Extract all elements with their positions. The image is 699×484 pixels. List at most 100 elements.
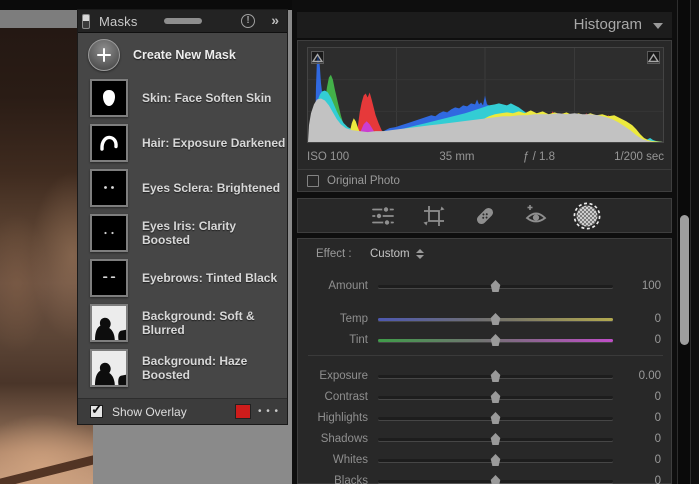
mask-item-label: Eyes Iris: Clarity Boosted — [142, 219, 287, 247]
mask-item-eyes-sclera[interactable]: Eyes Sclera: Brightened — [78, 165, 287, 210]
whites-slider[interactable] — [378, 453, 613, 467]
masking-tool-icon-active[interactable] — [572, 203, 602, 229]
slider-handle[interactable] — [490, 454, 502, 466]
slider-value: 0 — [613, 412, 671, 424]
highlight-clipping-indicator[interactable] — [647, 51, 660, 64]
edit-adjustments-tool-icon[interactable] — [368, 203, 398, 229]
amount-slider-row: Amount 100 — [298, 277, 671, 295]
mask-item-background-blur[interactable]: Background: Soft & Blurred — [78, 300, 287, 345]
slider-label: Temp — [298, 313, 368, 325]
mask-item-label: Hair: Exposure Darkened — [142, 136, 285, 150]
shutter-speed-value: 1/200 sec — [578, 151, 664, 163]
amount-slider[interactable] — [378, 279, 613, 293]
shadows-slider-row: Shadows 0 — [298, 430, 671, 448]
slider-value: 0 — [613, 454, 671, 466]
mask-item-background-haze[interactable]: Background: Haze Boosted — [78, 345, 287, 390]
slider-value: 0 — [613, 391, 671, 403]
masks-panel: Masks ! » Create New Mask Skin: Face Sof… — [78, 10, 287, 424]
histogram-panel-header[interactable]: Histogram — [297, 12, 672, 38]
panel-scrollbar[interactable] — [677, 0, 691, 484]
slider-label: Whites — [298, 454, 368, 466]
contrast-slider[interactable] — [378, 390, 613, 404]
mask-thumbnail-face — [90, 79, 128, 117]
masks-panel-title: Masks — [99, 14, 138, 29]
mask-item-hair[interactable]: Hair: Exposure Darkened — [78, 120, 287, 165]
histogram-title: Histogram — [574, 16, 642, 33]
masks-panel-header[interactable]: Masks ! » — [78, 10, 287, 33]
histogram-block: ISO 100 35 mm ƒ / 1.8 1/200 sec Original… — [297, 40, 672, 192]
mask-item-label: Background: Soft & Blurred — [142, 309, 287, 337]
scrollbar-thumb[interactable] — [680, 215, 689, 345]
highlights-slider-row: Highlights 0 — [298, 409, 671, 427]
shadow-clipping-indicator[interactable] — [311, 51, 324, 64]
panel-toggle-icon[interactable] — [82, 14, 90, 29]
slider-label: Tint — [298, 334, 368, 346]
effect-preset-select[interactable]: Custom — [370, 248, 424, 260]
healing-brush-tool-icon[interactable] — [470, 203, 500, 229]
masks-list: Create New Mask Skin: Face Soften Skin H… — [78, 33, 287, 390]
mask-item-label: Background: Haze Boosted — [142, 354, 287, 382]
slider-value: 100 — [613, 280, 671, 292]
red-eye-tool-icon[interactable] — [521, 203, 551, 229]
tool-strip — [297, 198, 672, 233]
mask-item-label: Eyes Sclera: Brightened — [142, 181, 280, 195]
exposure-slider-row: Exposure 0.00 — [298, 367, 671, 385]
slider-value: 0 — [613, 433, 671, 445]
focal-length-value: 35 mm — [414, 151, 500, 163]
masks-panel-footer: ✓ Show Overlay • • • — [78, 398, 287, 424]
slider-handle[interactable] — [490, 412, 502, 424]
slider-value: 0.00 — [613, 370, 671, 382]
collapse-panel-icon[interactable]: » — [271, 12, 279, 28]
mask-item-eyebrows[interactable]: Eyebrows: Tinted Black — [78, 255, 287, 300]
slider-handle[interactable] — [490, 313, 502, 325]
show-overlay-checkbox[interactable]: ✓ — [90, 405, 103, 418]
original-photo-checkbox[interactable] — [307, 175, 319, 187]
plus-icon[interactable] — [88, 39, 120, 71]
effect-preset-value: Custom — [370, 248, 410, 260]
exif-metadata-row: ISO 100 35 mm ƒ / 1.8 1/200 sec — [307, 147, 664, 167]
mask-item-label: Skin: Face Soften Skin — [142, 91, 271, 105]
original-photo-row[interactable]: Original Photo — [307, 170, 664, 191]
highlights-slider[interactable] — [378, 411, 613, 425]
histogram-chart[interactable] — [307, 47, 664, 143]
chevron-down-icon[interactable] — [653, 23, 663, 29]
temp-slider[interactable] — [378, 312, 613, 326]
mask-item-skin[interactable]: Skin: Face Soften Skin — [78, 75, 287, 120]
create-new-mask-button[interactable]: Create New Mask — [78, 33, 287, 75]
show-overlay-label: Show Overlay — [112, 405, 187, 419]
mask-thumbnail-eyes — [90, 169, 128, 207]
develop-right-panel: Histogram — [292, 0, 699, 484]
mask-thumbnail-eyes — [90, 214, 128, 252]
slider-handle[interactable] — [490, 280, 502, 292]
temp-slider-row: Temp 0 — [298, 310, 671, 328]
contrast-slider-row: Contrast 0 — [298, 388, 671, 406]
blacks-slider[interactable] — [378, 474, 613, 484]
help-icon[interactable]: ! — [241, 14, 255, 28]
checkmark-icon: ✓ — [91, 402, 103, 416]
slider-label: Contrast — [298, 391, 368, 403]
effect-label: Effect : — [316, 248, 352, 260]
tint-slider-row: Tint 0 — [298, 331, 671, 349]
create-new-mask-label: Create New Mask — [133, 48, 236, 62]
original-photo-label: Original Photo — [327, 175, 400, 187]
slider-label: Amount — [298, 280, 368, 292]
slider-handle[interactable] — [490, 391, 502, 403]
exposure-slider[interactable] — [378, 369, 613, 383]
mask-item-label: Eyebrows: Tinted Black — [142, 271, 277, 285]
divider — [308, 355, 663, 356]
more-options-icon[interactable]: • • • — [258, 406, 279, 417]
slider-handle[interactable] — [490, 370, 502, 382]
slider-handle[interactable] — [490, 334, 502, 346]
mask-item-eyes-iris[interactable]: Eyes Iris: Clarity Boosted — [78, 210, 287, 255]
slider-handle[interactable] — [490, 433, 502, 445]
aperture-value: ƒ / 1.8 — [500, 151, 579, 163]
slider-label: Shadows — [298, 433, 368, 445]
tint-slider[interactable] — [378, 333, 613, 347]
crop-tool-icon[interactable] — [419, 203, 449, 229]
slider-label: Exposure — [298, 370, 368, 382]
iso-value: ISO 100 — [307, 151, 414, 163]
slider-label: Highlights — [298, 412, 368, 424]
drag-handle[interactable] — [164, 18, 202, 24]
overlay-color-swatch[interactable] — [235, 404, 251, 419]
shadows-slider[interactable] — [378, 432, 613, 446]
